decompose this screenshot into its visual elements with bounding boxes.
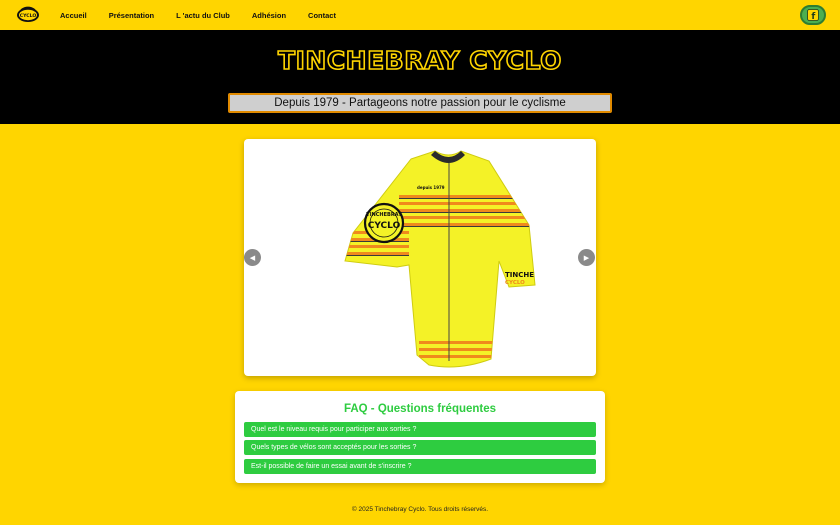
faq-section: FAQ - Questions fréquentes Quel est le n…: [235, 391, 605, 483]
nav-links: Accueil Présentation L 'actu du Club Adh…: [60, 0, 358, 30]
jersey-badge-main: CYCLO: [368, 221, 401, 231]
faq-item[interactable]: Quel est le niveau requis pour participe…: [244, 422, 596, 437]
club-logo-text: CYCLO: [20, 13, 37, 19]
nav-link-actu[interactable]: L 'actu du Club: [176, 11, 230, 20]
footer-copyright: © 2025 Tinchebray Cyclo. Tous droits rés…: [351, 506, 489, 513]
hero-tagline: Depuis 1979 - Partageons notre passion p…: [228, 93, 612, 113]
jersey-image: TINCHEBRAY CYCLO depuis 1979 TINCHE CYCL…: [344, 150, 536, 368]
jersey-since: depuis 1979: [417, 185, 445, 190]
facebook-icon: f: [807, 9, 819, 21]
nav-link-presentation[interactable]: Présentation: [109, 11, 154, 20]
jersey-carousel: TINCHEBRAY CYCLO depuis 1979 TINCHE CYCL…: [244, 139, 596, 376]
carousel-prev-button[interactable]: ◀: [244, 249, 261, 266]
nav-link-adhesion[interactable]: Adhésion: [252, 11, 286, 20]
arrow-right-icon: ▶: [583, 254, 590, 262]
faq-item[interactable]: Quels types de vélos sont acceptés pour …: [244, 440, 596, 455]
facebook-button[interactable]: f: [800, 5, 826, 25]
svg-text:f: f: [811, 12, 815, 21]
faq-item[interactable]: Est-il possible de faire un essai avant …: [244, 459, 596, 474]
faq-title: FAQ - Questions fréquentes: [343, 403, 497, 415]
jersey-badge-top: TINCHEBRAY: [366, 212, 402, 218]
top-navbar: CYCLO Accueil Présentation L 'actu du Cl…: [0, 0, 840, 30]
nav-link-accueil[interactable]: Accueil: [60, 11, 87, 20]
nav-link-contact[interactable]: Contact: [308, 11, 336, 20]
arrow-left-icon: ◀: [249, 254, 256, 262]
hero-banner: TINCHEBRAY CYCLO Depuis 1979 - Partageon…: [0, 30, 840, 124]
hero-title: TINCHEBRAY CYCLO: [277, 45, 562, 76]
club-logo[interactable]: CYCLO: [16, 6, 40, 23]
carousel-next-button[interactable]: ▶: [578, 249, 595, 266]
jersey-sleeve-top: TINCHE: [505, 271, 534, 279]
jersey-sleeve-bottom: CYCLO: [505, 280, 525, 286]
